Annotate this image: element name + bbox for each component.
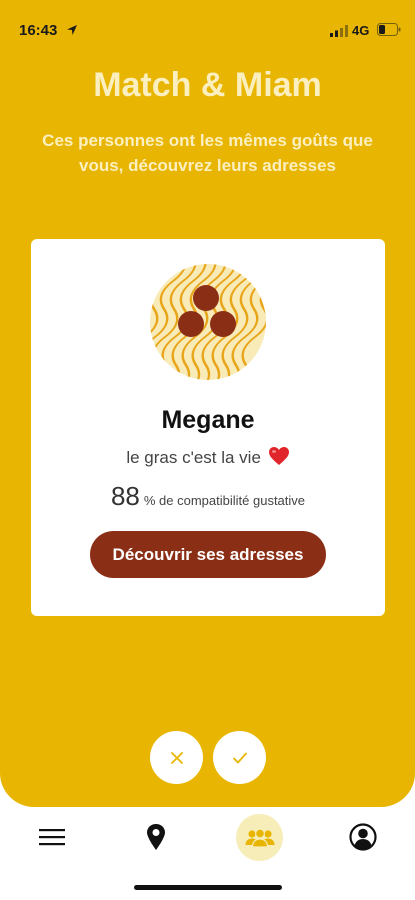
- map-pin-icon: [147, 824, 165, 850]
- heart-icon: [268, 447, 289, 465]
- close-icon: [170, 751, 183, 764]
- discover-addresses-button[interactable]: Découvrir ses adresses: [90, 531, 326, 578]
- profile-name: Megane: [161, 406, 255, 434]
- accept-button[interactable]: [213, 731, 266, 784]
- check-icon: [232, 752, 247, 763]
- tab-map[interactable]: [141, 822, 171, 852]
- avatar: [150, 264, 266, 380]
- profile-bio-text: le gras c'est la vie: [126, 448, 261, 467]
- network-type: 4G: [352, 23, 370, 38]
- compatibility-value: 88: [110, 481, 140, 511]
- page-subtitle: Ces personnes ont les mêmes goûts que vo…: [42, 131, 373, 175]
- tab-matches[interactable]: [236, 814, 283, 861]
- profile-bio: le gras c'est la vie: [31, 446, 385, 468]
- tab-profile[interactable]: [348, 822, 378, 852]
- users-icon: [245, 827, 274, 848]
- profile-card: Megane le gras c'est la vie 88% de compa…: [31, 239, 385, 616]
- location-arrow-icon: [67, 25, 77, 35]
- compatibility: 88% de compatibilité gustative: [31, 481, 385, 512]
- reject-button[interactable]: [150, 731, 203, 784]
- home-indicator: [134, 885, 282, 890]
- battery-icon: [377, 23, 401, 36]
- page-title: Match & Miam: [93, 66, 322, 104]
- menu-icon: [39, 829, 65, 846]
- user-circle-icon: [349, 823, 377, 851]
- compatibility-label: % de compatibilité gustative: [143, 493, 306, 508]
- tab-menu[interactable]: [37, 822, 67, 852]
- status-time: 16:43: [19, 22, 58, 39]
- signal-icon: [330, 25, 348, 37]
